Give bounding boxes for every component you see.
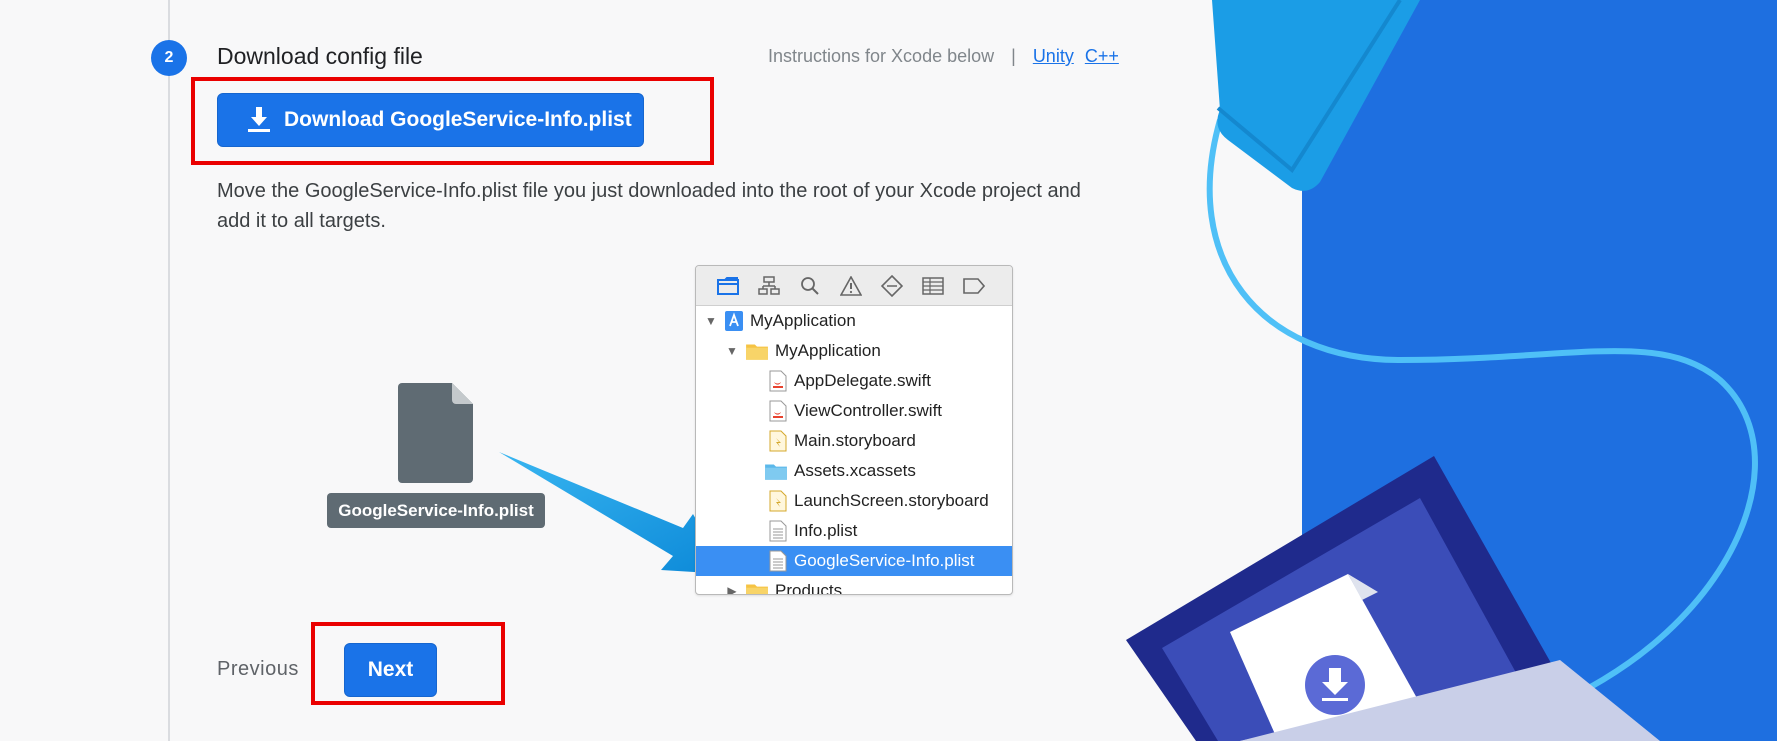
previous-button[interactable]: Previous — [217, 658, 299, 681]
instructions-text: Instructions for Xcode below — [768, 46, 995, 66]
plist-file-icon — [769, 550, 787, 572]
storyboard-file-icon — [769, 430, 787, 452]
download-config-button[interactable]: Download GoogleService-Info.plist — [217, 93, 644, 147]
unity-link[interactable]: Unity — [1033, 46, 1074, 67]
xcode-tree-item[interactable]: ▼ MyApplication — [696, 306, 1012, 336]
xcode-navigator-panel: ▼ MyApplication ▼ MyApplication AppDeleg… — [695, 265, 1013, 595]
platform-instructions: Instructions for Xcode below | Unity C++ — [768, 46, 1119, 67]
step-title: Download config file — [217, 43, 423, 69]
xcode-tree-item[interactable]: ▼ MyApplication — [696, 336, 1012, 366]
xcode-tree-item[interactable]: Main.storyboard — [696, 426, 1012, 456]
debug-list-icon — [921, 274, 945, 298]
hierarchy-icon — [757, 274, 781, 298]
xcode-tree-item-label: MyApplication — [750, 311, 856, 330]
xcode-tree-item[interactable]: Assets.xcassets — [696, 456, 1012, 486]
xcode-tree-item-label: AppDelegate.swift — [794, 371, 932, 390]
xcode-tree-item-label: ViewController.swift — [794, 401, 943, 420]
warning-icon — [839, 274, 863, 298]
download-icon — [248, 107, 270, 132]
xcode-tree-item-label: Main.storyboard — [794, 431, 916, 450]
breakpoint-tag-icon — [962, 274, 986, 298]
xcode-tree-item-label: MyApplication — [775, 341, 881, 360]
disclosure-collapsed-icon: ▶ — [727, 584, 737, 595]
xcode-tree-item[interactable]: AppDelegate.swift — [696, 366, 1012, 396]
xcode-tree-item-label: Assets.xcassets — [794, 461, 916, 480]
plist-file-icon — [769, 520, 787, 542]
folder-navigator-icon — [716, 274, 740, 298]
xcode-tree-item-label: LaunchScreen.storyboard — [794, 491, 989, 510]
xcode-tree-item-selected[interactable]: GoogleService-Info.plist — [696, 546, 1012, 576]
plist-file-icon — [398, 383, 473, 483]
step-rail — [168, 0, 170, 741]
xcode-tree-item[interactable]: ViewController.swift — [696, 396, 1012, 426]
swift-file-icon — [769, 370, 787, 392]
folder-icon — [746, 584, 768, 594]
xcode-tree-item[interactable]: ▶ Products — [696, 576, 1012, 595]
xcode-tree-item[interactable]: LaunchScreen.storyboard — [696, 486, 1012, 516]
search-icon — [798, 274, 822, 298]
instructions-separator: | — [1011, 46, 1016, 66]
xcode-tree-item-label: Products — [775, 581, 843, 595]
xcode-navigator-toolbar — [696, 266, 1012, 306]
setup-step-page: 2 Download config file Instructions for … — [0, 0, 1777, 741]
swift-file-icon — [769, 400, 787, 422]
storyboard-file-icon — [769, 490, 787, 512]
assets-folder-icon — [765, 464, 787, 480]
disclosure-expanded-icon: ▼ — [726, 344, 738, 358]
step-description: Move the GoogleService-Info.plist file y… — [217, 180, 1081, 232]
step-number-badge: 2 — [151, 40, 187, 76]
folder-icon — [746, 344, 768, 360]
xcode-tree-item[interactable]: Info.plist — [696, 516, 1012, 546]
disclosure-expanded-icon: ▼ — [705, 314, 717, 328]
next-button[interactable]: Next — [344, 643, 437, 697]
decorative-illustration — [1126, 0, 1777, 741]
xcode-tree-item-label: GoogleService-Info.plist — [794, 551, 975, 570]
download-config-label: Download GoogleService-Info.plist — [284, 108, 632, 131]
xcode-project-icon — [725, 311, 743, 331]
xcode-tree-item-label: Info.plist — [794, 521, 858, 540]
test-diamond-icon — [880, 274, 904, 298]
